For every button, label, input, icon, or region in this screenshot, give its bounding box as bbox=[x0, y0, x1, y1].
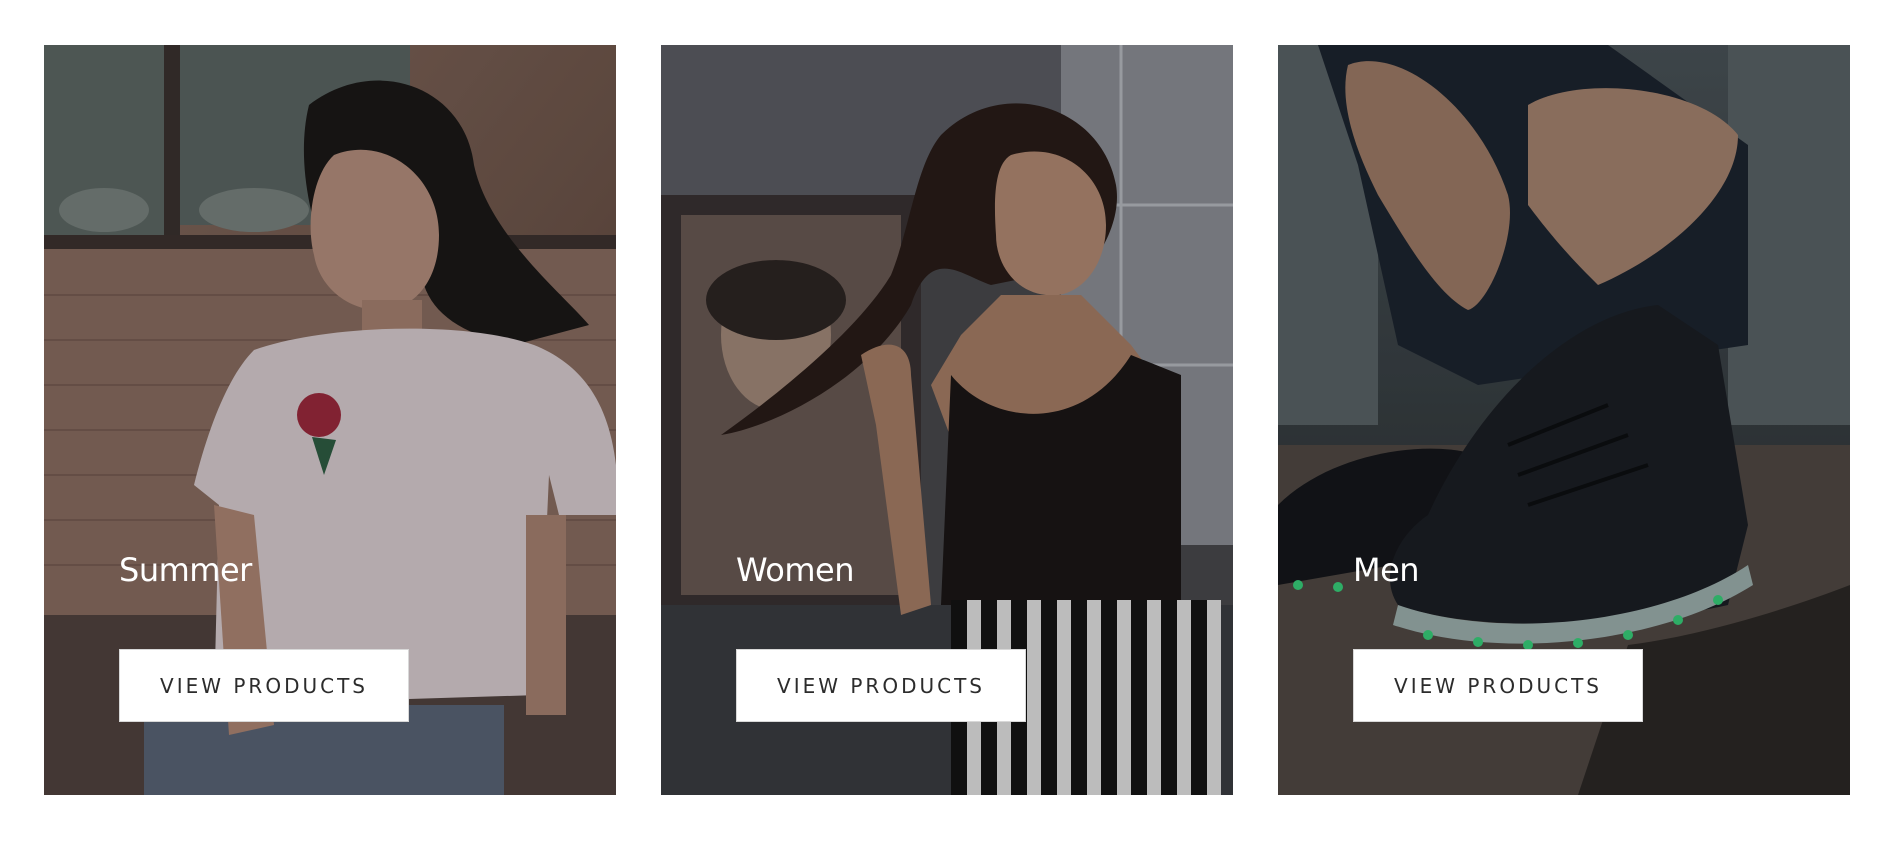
page: Summer VIEW PRODUCTS Women VIEW PRODUCTS… bbox=[0, 0, 1895, 864]
summer-view-products-button[interactable]: VIEW PRODUCTS bbox=[119, 649, 409, 722]
men-collection-title: Men bbox=[1353, 551, 1420, 589]
collection-grid: Summer VIEW PRODUCTS Women VIEW PRODUCTS… bbox=[44, 45, 1850, 795]
women-collection-title: Women bbox=[736, 551, 854, 589]
collection-card-men[interactable]: Men VIEW PRODUCTS bbox=[1278, 45, 1850, 795]
collection-card-summer[interactable]: Summer VIEW PRODUCTS bbox=[44, 45, 616, 795]
women-view-products-button[interactable]: VIEW PRODUCTS bbox=[736, 649, 1026, 722]
collection-card-women[interactable]: Women VIEW PRODUCTS bbox=[661, 45, 1233, 795]
men-view-products-button[interactable]: VIEW PRODUCTS bbox=[1353, 649, 1643, 722]
summer-collection-title: Summer bbox=[119, 551, 252, 589]
